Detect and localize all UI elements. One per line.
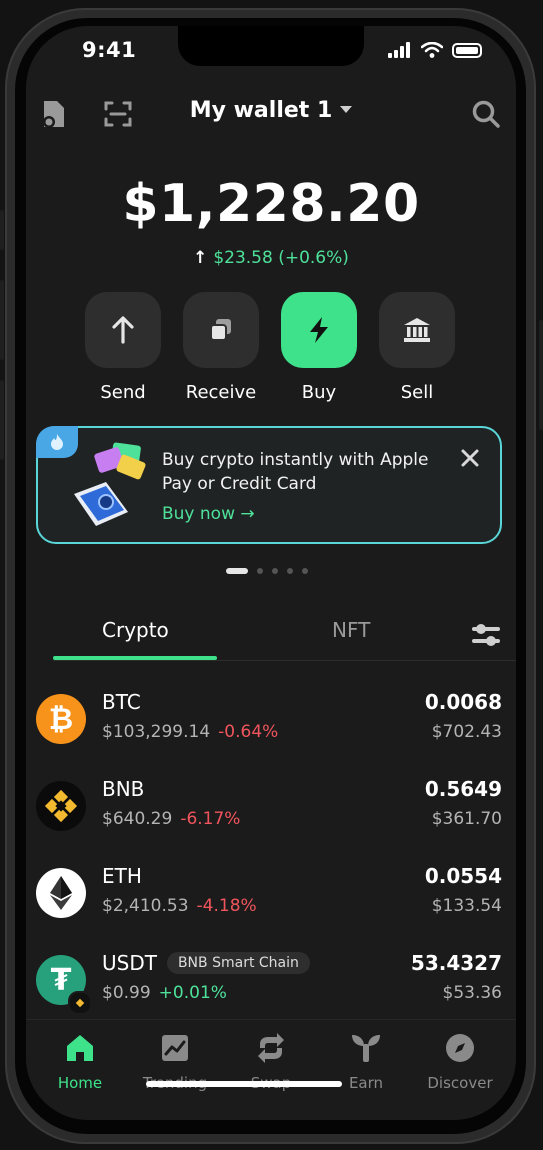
- wifi-icon: [421, 42, 443, 58]
- home-indicator[interactable]: [146, 1081, 342, 1087]
- asset-symbol: ETH: [102, 864, 142, 888]
- send-button[interactable]: Send: [85, 292, 161, 403]
- bottom-nav: Home Trending Swap Earn: [26, 1019, 516, 1120]
- asset-value: $702.43: [431, 722, 502, 742]
- asset-price-value: $2,410.53: [102, 896, 189, 916]
- carousel-dot[interactable]: [272, 568, 278, 574]
- asset-row-usdt[interactable]: ₮ USDT BNB Smart Chain $0.99 +0.01% 53.432…: [26, 947, 516, 1027]
- asset-amount: 53.4327: [410, 951, 502, 975]
- asset-row-eth[interactable]: ETH $2,410.53 -4.18% 0.0554 $133.54: [26, 860, 516, 940]
- asset-price: $2,410.53 -4.18%: [102, 896, 257, 916]
- tab-nft[interactable]: NFT: [332, 618, 370, 642]
- btc-logo-icon: ₿: [36, 694, 86, 744]
- home-icon: [67, 1035, 93, 1061]
- swap-icon: [258, 1033, 284, 1063]
- phone-cards-illustration: [74, 442, 146, 526]
- copy-icon: [210, 319, 231, 341]
- total-balance: $1,228.20: [122, 174, 420, 234]
- tab-active-indicator: [53, 656, 217, 660]
- receive-label: Receive: [185, 382, 257, 403]
- asset-change: -0.64%: [218, 722, 279, 742]
- app-screen: 9:41 My wallet 1 $1,228.20 ↑ $23.58 (+0.…: [26, 26, 516, 1120]
- power-button: [539, 320, 543, 430]
- buy-now-link[interactable]: Buy now →: [162, 504, 255, 524]
- close-icon[interactable]: [458, 446, 482, 470]
- nav-label: Discover: [427, 1074, 493, 1092]
- carousel-dots: [226, 568, 308, 574]
- bank-icon: [404, 318, 430, 342]
- send-label: Send: [100, 382, 146, 403]
- balance-change: ↑ $23.58 (+0.6%): [26, 248, 516, 268]
- status-time: 9:41: [82, 38, 137, 62]
- compass-icon: [446, 1034, 474, 1062]
- asset-value: $133.54: [431, 896, 502, 916]
- filter-sliders-icon[interactable]: [470, 620, 502, 650]
- asset-value: $53.36: [442, 983, 502, 1003]
- wallet-selector[interactable]: My wallet 1: [26, 98, 516, 123]
- status-icons: [388, 42, 482, 58]
- chart-icon: [162, 1035, 188, 1061]
- search-icon[interactable]: [468, 96, 504, 132]
- asset-row-bnb[interactable]: BNB $640.29 -6.17% 0.5649 $361.70: [26, 773, 516, 853]
- sprout-icon: [352, 1035, 380, 1062]
- asset-price: $640.29 -6.17%: [102, 809, 240, 829]
- asset-amount: 0.0068: [424, 690, 502, 714]
- wallet-name: My wallet 1: [189, 98, 333, 123]
- sell-label: Sell: [400, 382, 434, 403]
- send-icon-wrap[interactable]: [85, 292, 161, 368]
- arrow-up-icon: ↑: [193, 248, 208, 268]
- nav-home[interactable]: Home: [32, 1032, 128, 1092]
- carousel-dot[interactable]: [257, 568, 263, 574]
- battery-icon: [452, 42, 482, 58]
- signal-icon: [388, 42, 410, 58]
- asset-amount: 0.5649: [424, 777, 502, 801]
- carousel-dot[interactable]: [302, 568, 308, 574]
- asset-amount: 0.0554: [424, 864, 502, 888]
- chevron-down-icon: [340, 105, 353, 113]
- asset-change: -4.18%: [196, 896, 257, 916]
- promo-banner[interactable]: Buy crypto instantly with Apple Pay or C…: [36, 426, 502, 544]
- asset-row-btc[interactable]: ₿ BTC $103,299.14 -0.64% 0.0068 $702.43: [26, 686, 516, 766]
- dynamic-notch: [178, 26, 364, 66]
- carousel-dot[interactable]: [287, 568, 293, 574]
- receive-button[interactable]: Receive: [183, 292, 259, 403]
- buy-button[interactable]: Buy: [281, 292, 357, 403]
- asset-price-value: $103,299.14: [102, 722, 211, 742]
- lightning-icon: [310, 317, 328, 343]
- asset-symbol: BNB: [102, 777, 145, 801]
- bnb-chain-mini-icon: [68, 991, 92, 1015]
- balance-change-value: $23.58 (+0.6%): [213, 248, 349, 268]
- nav-discover[interactable]: Discover: [412, 1032, 508, 1092]
- buy-label: Buy: [301, 382, 337, 403]
- sell-button[interactable]: Sell: [379, 292, 455, 403]
- bnb-logo-icon: [36, 781, 86, 831]
- asset-price: $0.99 +0.01%: [102, 983, 227, 1003]
- tab-divider: [53, 660, 516, 661]
- chain-badge: BNB Smart Chain: [166, 951, 310, 974]
- promo-text: Buy crypto instantly with Apple Pay or C…: [162, 450, 429, 494]
- volume-up-button: [0, 280, 4, 360]
- asset-symbol-with-chain: USDT BNB Smart Chain: [102, 951, 310, 976]
- sell-icon-wrap[interactable]: [379, 292, 455, 368]
- asset-symbol: BTC: [102, 690, 141, 714]
- receive-icon-wrap[interactable]: [183, 292, 259, 368]
- asset-value: $361.70: [431, 809, 502, 829]
- nav-label: Home: [57, 1074, 103, 1092]
- carousel-dot[interactable]: [226, 568, 248, 574]
- asset-change: +0.01%: [158, 983, 227, 1003]
- asset-symbol: USDT: [102, 951, 157, 975]
- asset-price-value: $0.99: [102, 983, 151, 1003]
- arrow-up-icon: [112, 316, 134, 344]
- eth-logo-icon: [36, 868, 86, 918]
- volume-down-button: [0, 380, 4, 460]
- tab-crypto[interactable]: Crypto: [102, 618, 169, 642]
- silent-switch: [0, 210, 4, 250]
- asset-price-value: $640.29: [102, 809, 173, 829]
- asset-change: -6.17%: [180, 809, 241, 829]
- asset-price: $103,299.14 -0.64%: [102, 722, 278, 742]
- buy-icon-wrap[interactable]: [281, 292, 357, 368]
